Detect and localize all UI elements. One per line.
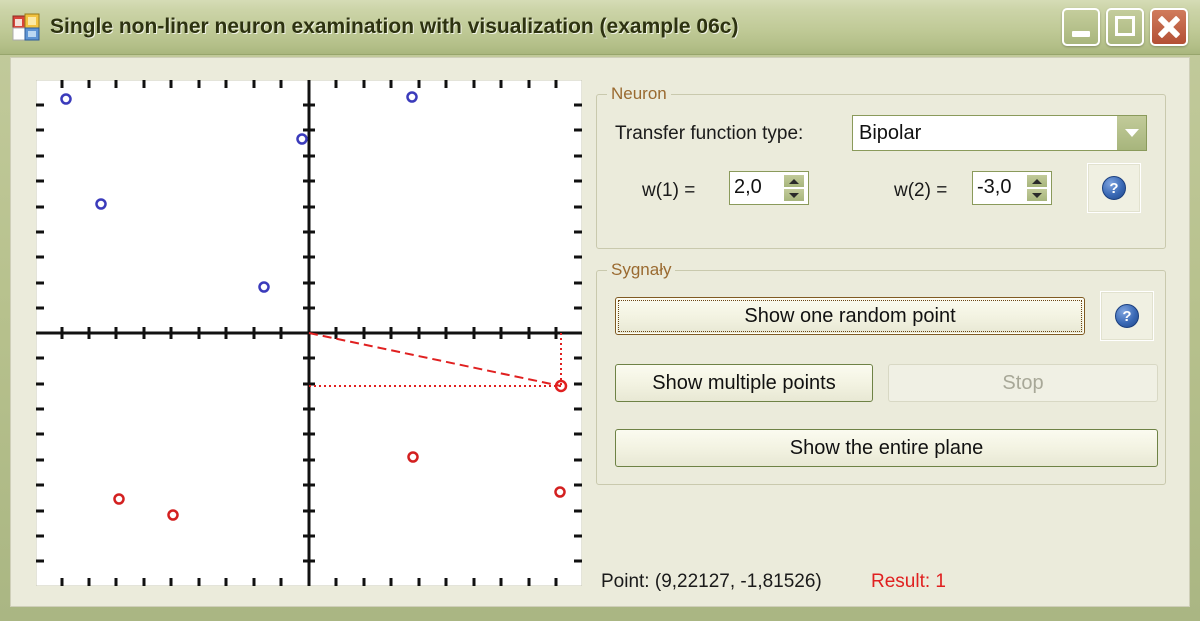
w2-label: w(2) = [894,180,948,201]
w2-increment-icon[interactable] [1026,174,1048,188]
client-area: Neuron Transfer function type: Bipolar w… [10,57,1190,607]
show-one-random-point-button[interactable]: Show one random point [615,297,1085,335]
transfer-function-label: Transfer function type: [615,123,804,144]
show-one-random-point-label: Show one random point [744,304,956,327]
minimize-icon[interactable] [1062,8,1100,46]
w1-label: w(1) = [642,180,696,201]
stop-label: Stop [1002,371,1044,394]
signals-help-button[interactable]: ? [1100,291,1154,341]
neuron-group: Neuron Transfer function type: Bipolar w… [596,84,1166,249]
application-icon [12,13,40,41]
title-bar: Single non-liner neuron examination with… [0,0,1200,55]
stop-button[interactable]: Stop [888,364,1158,402]
signals-group: Sygnały Show one random point ? Show mul… [596,260,1166,485]
neuron-group-title: Neuron [607,84,671,104]
w1-increment-icon[interactable] [783,174,805,188]
scatter-plot-canvas[interactable] [36,80,582,586]
status-point-text: Point: (9,22127, -1,81526) [601,571,822,592]
w2-value[interactable]: -3,0 [973,172,1026,204]
help-icon: ? [1102,176,1126,200]
maximize-icon[interactable] [1106,8,1144,46]
window-title: Single non-liner neuron examination with… [50,15,739,38]
close-icon[interactable] [1150,8,1188,46]
show-entire-plane-button[interactable]: Show the entire plane [615,429,1158,467]
w2-stepper[interactable]: -3,0 [972,171,1052,205]
help-icon: ? [1115,304,1139,328]
application-window: Single non-liner neuron examination with… [0,0,1200,621]
chevron-down-icon[interactable] [1116,116,1146,150]
transfer-function-value: Bipolar [859,121,922,144]
signals-group-title: Sygnały [607,260,676,280]
w1-value[interactable]: 2,0 [730,172,783,204]
w1-decrement-icon[interactable] [783,188,805,202]
window-controls [1062,8,1188,46]
w2-decrement-icon[interactable] [1026,188,1048,202]
show-multiple-points-label: Show multiple points [652,371,836,394]
show-multiple-points-button[interactable]: Show multiple points [615,364,873,402]
status-result-text: Result: 1 [871,571,946,592]
visualization-plot[interactable] [36,80,582,586]
transfer-function-select[interactable]: Bipolar [852,115,1147,151]
w1-stepper[interactable]: 2,0 [729,171,809,205]
neuron-help-button[interactable]: ? [1087,163,1141,213]
show-entire-plane-label: Show the entire plane [789,436,984,459]
